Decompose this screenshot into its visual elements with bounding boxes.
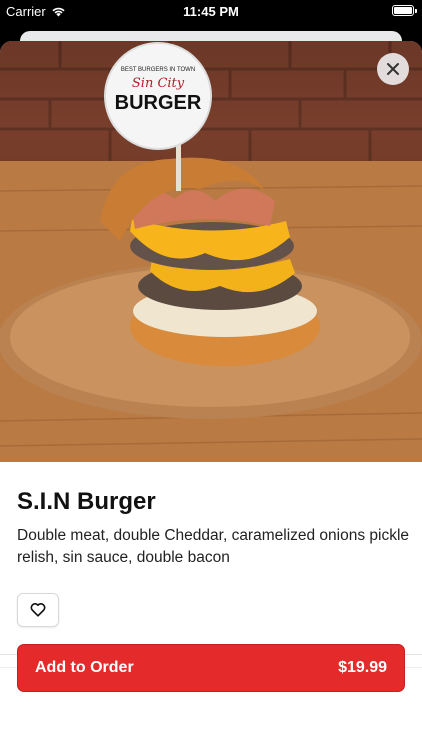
burger-illustration: BEST BURGERS IN TOWN Sin City BURGER [0, 41, 422, 462]
close-button[interactable] [377, 53, 409, 85]
add-to-order-button[interactable]: Add to Order $19.99 [17, 644, 405, 692]
battery-icon [392, 5, 417, 16]
close-icon [387, 63, 399, 75]
product-description: Double meat, double Cheddar, caramelized… [17, 527, 410, 566]
burger-logo-badge: BEST BURGERS IN TOWN Sin City BURGER [104, 42, 212, 150]
product-title: S.I.N Burger [17, 488, 156, 515]
logo-script-text: Sin City [132, 76, 185, 91]
status-bar: Carrier 11:45 PM [0, 0, 422, 22]
heart-icon [30, 603, 46, 617]
logo-main-text: BURGER [115, 92, 202, 114]
add-to-order-label: Add to Order [35, 659, 134, 676]
logo-top-text: BEST BURGERS IN TOWN [121, 67, 195, 73]
clock: 11:45 PM [183, 4, 239, 19]
burger-photo: BEST BURGERS IN TOWN Sin City BURGER [0, 41, 422, 462]
price-label: $19.99 [338, 659, 387, 676]
favorite-button[interactable] [17, 593, 59, 627]
